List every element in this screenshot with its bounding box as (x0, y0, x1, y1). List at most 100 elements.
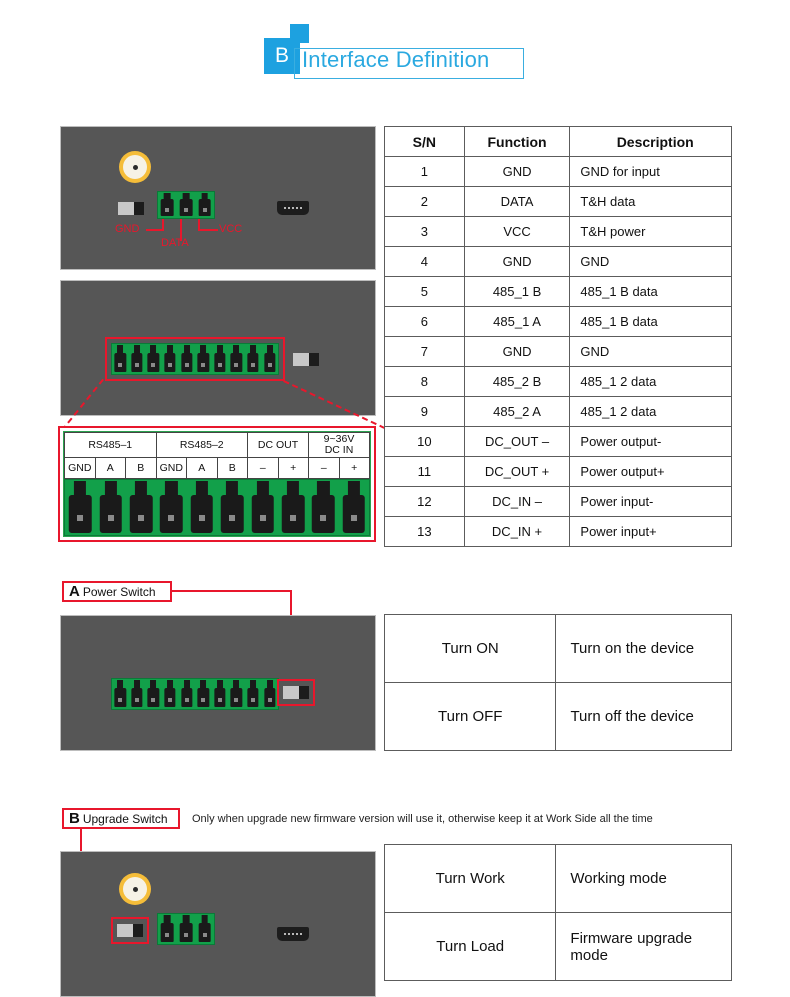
table-row: Turn OFF Turn off the device (383, 682, 732, 751)
terminal-port (129, 679, 146, 709)
table-row: 10 DC_OUT – Power output- (384, 426, 732, 457)
callout-line-gnd-h (146, 229, 164, 231)
pinout-table: S/N Function Description 1 GND GND for inp… (384, 126, 732, 547)
pin-label: A (186, 457, 218, 479)
cell-action: Turn Load (383, 912, 557, 981)
cell-function: 485_2 B (463, 366, 571, 397)
badge-power-switch: A Power Switch (62, 581, 172, 602)
pin-label: – (308, 457, 340, 479)
power-switch-hardware[interactable] (293, 353, 319, 366)
mini-usb-port (277, 927, 309, 941)
sma-antenna-connector (119, 873, 151, 905)
cell-function: 485_2 A (463, 396, 571, 427)
terminal-port (177, 192, 196, 218)
cell-description: Power output- (569, 426, 732, 457)
upgrade-switch-hardware[interactable] (118, 202, 144, 215)
table-row: 3 VCC T&H power (384, 216, 732, 247)
cell-function: DC_IN – (463, 486, 571, 517)
table-row: Turn Work Working mode (383, 844, 732, 913)
cell-action: Turn OFF (383, 682, 557, 751)
terminal-port (195, 679, 212, 709)
terminal-block-3pin (157, 913, 215, 945)
terminal-port (278, 480, 308, 535)
badge-letter-b: B (69, 810, 80, 827)
cell-description: T&H power (569, 216, 732, 247)
pin-label: B (125, 457, 157, 479)
cell-description: GND for input (569, 156, 732, 187)
terminal-port (126, 480, 156, 535)
cell-function: 485_1 A (463, 306, 571, 337)
column-header-description: Description (569, 126, 732, 157)
device-panel-sensor-side: GND DATA VCC (60, 126, 376, 270)
page-title: Interface Definition (302, 47, 490, 72)
table-row: 4 GND GND (384, 246, 732, 277)
cell-description: Power input+ (569, 516, 732, 547)
cell-meaning: Working mode (555, 844, 732, 913)
terminal-port (156, 480, 186, 535)
sma-antenna-connector (119, 151, 151, 183)
table-row: 13 DC_IN + Power input+ (384, 516, 732, 547)
terminal-port (339, 480, 369, 535)
cell-action: Turn ON (383, 614, 557, 683)
table-row: 8 485_2 B 485_1 2 data (384, 366, 732, 397)
callout-line-vcc-h (198, 229, 218, 231)
terminal-port (245, 679, 262, 709)
callout-label-gnd: GND (115, 223, 140, 235)
page-root: B Interface Definition GND DATA VCC RS48… (0, 0, 790, 997)
cell-description: Power output+ (569, 456, 732, 487)
power-switch-table: Turn ON Turn on the device Turn OFF Turn… (383, 614, 732, 751)
badge-text-upgrade-switch: Upgrade Switch (82, 811, 168, 826)
device-panel-terminal-side (60, 280, 376, 416)
terminal-block-10pin (111, 678, 279, 710)
device-panel-upgrade-switch (60, 851, 376, 997)
table-row: 11 DC_OUT + Power output+ (384, 456, 732, 487)
callout-label-vcc: VCC (219, 223, 243, 235)
cell-meaning: Turn on the device (555, 614, 732, 683)
table-row: 7 GND GND (384, 336, 732, 367)
pin-label: GND (64, 457, 96, 479)
pin-label: – (247, 457, 279, 479)
terminal-port (247, 480, 277, 535)
pin-label: GND (155, 457, 187, 479)
cell-function: DC_OUT – (463, 426, 571, 457)
group-label-dc-in: 9~36V DC IN (308, 432, 370, 458)
upgrade-switch-note: Only when upgrade new firmware version w… (192, 813, 653, 825)
terminal-port (158, 914, 177, 944)
terminal-highlight-box (105, 337, 285, 381)
group-label-rs485-1: RS485–1 (64, 432, 157, 458)
cell-description: GND (569, 336, 732, 367)
table-row: 12 DC_IN – Power input- (384, 486, 732, 517)
upgrade-switch-table: Turn Work Working mode Turn Load Firmwar… (383, 844, 732, 981)
cell-sn: 5 (384, 276, 465, 307)
cell-function: 485_1 B (463, 276, 571, 307)
badge-letter-a: A (69, 583, 80, 600)
terminal-port (162, 679, 179, 709)
cell-function: DC_OUT + (463, 456, 571, 487)
cell-function: GND (463, 156, 571, 187)
cell-sn: 9 (384, 396, 465, 427)
cell-description: Power input- (569, 486, 732, 517)
device-panel-power-switch (60, 615, 376, 751)
callout-line-power-h (172, 590, 292, 592)
table-row: Turn Load Firmware upgrade mode (383, 912, 732, 981)
cell-function: GND (463, 336, 571, 367)
pin-label: + (277, 457, 309, 479)
cell-description: T&H data (569, 186, 732, 217)
cell-sn: 2 (384, 186, 465, 217)
terminal-block-detail (64, 479, 370, 536)
cell-description: 485_1 2 data (569, 366, 732, 397)
column-header-sn: S/N (384, 126, 465, 157)
badge-upgrade-switch: B Upgrade Switch (62, 808, 180, 829)
cell-sn: 3 (384, 216, 465, 247)
terminal-port (145, 679, 162, 709)
column-header-function: Function (463, 126, 571, 157)
table-row: 9 485_2 A 485_1 2 data (384, 396, 732, 427)
terminal-block-3pin (157, 191, 215, 219)
cell-sn: 11 (384, 456, 465, 487)
table-row: 6 485_1 A 485_1 B data (384, 306, 732, 337)
table-row: Turn ON Turn on the device (383, 614, 732, 683)
terminal-port (217, 480, 247, 535)
cell-sn: 7 (384, 336, 465, 367)
pin-label: + (338, 457, 370, 479)
cell-sn: 12 (384, 486, 465, 517)
